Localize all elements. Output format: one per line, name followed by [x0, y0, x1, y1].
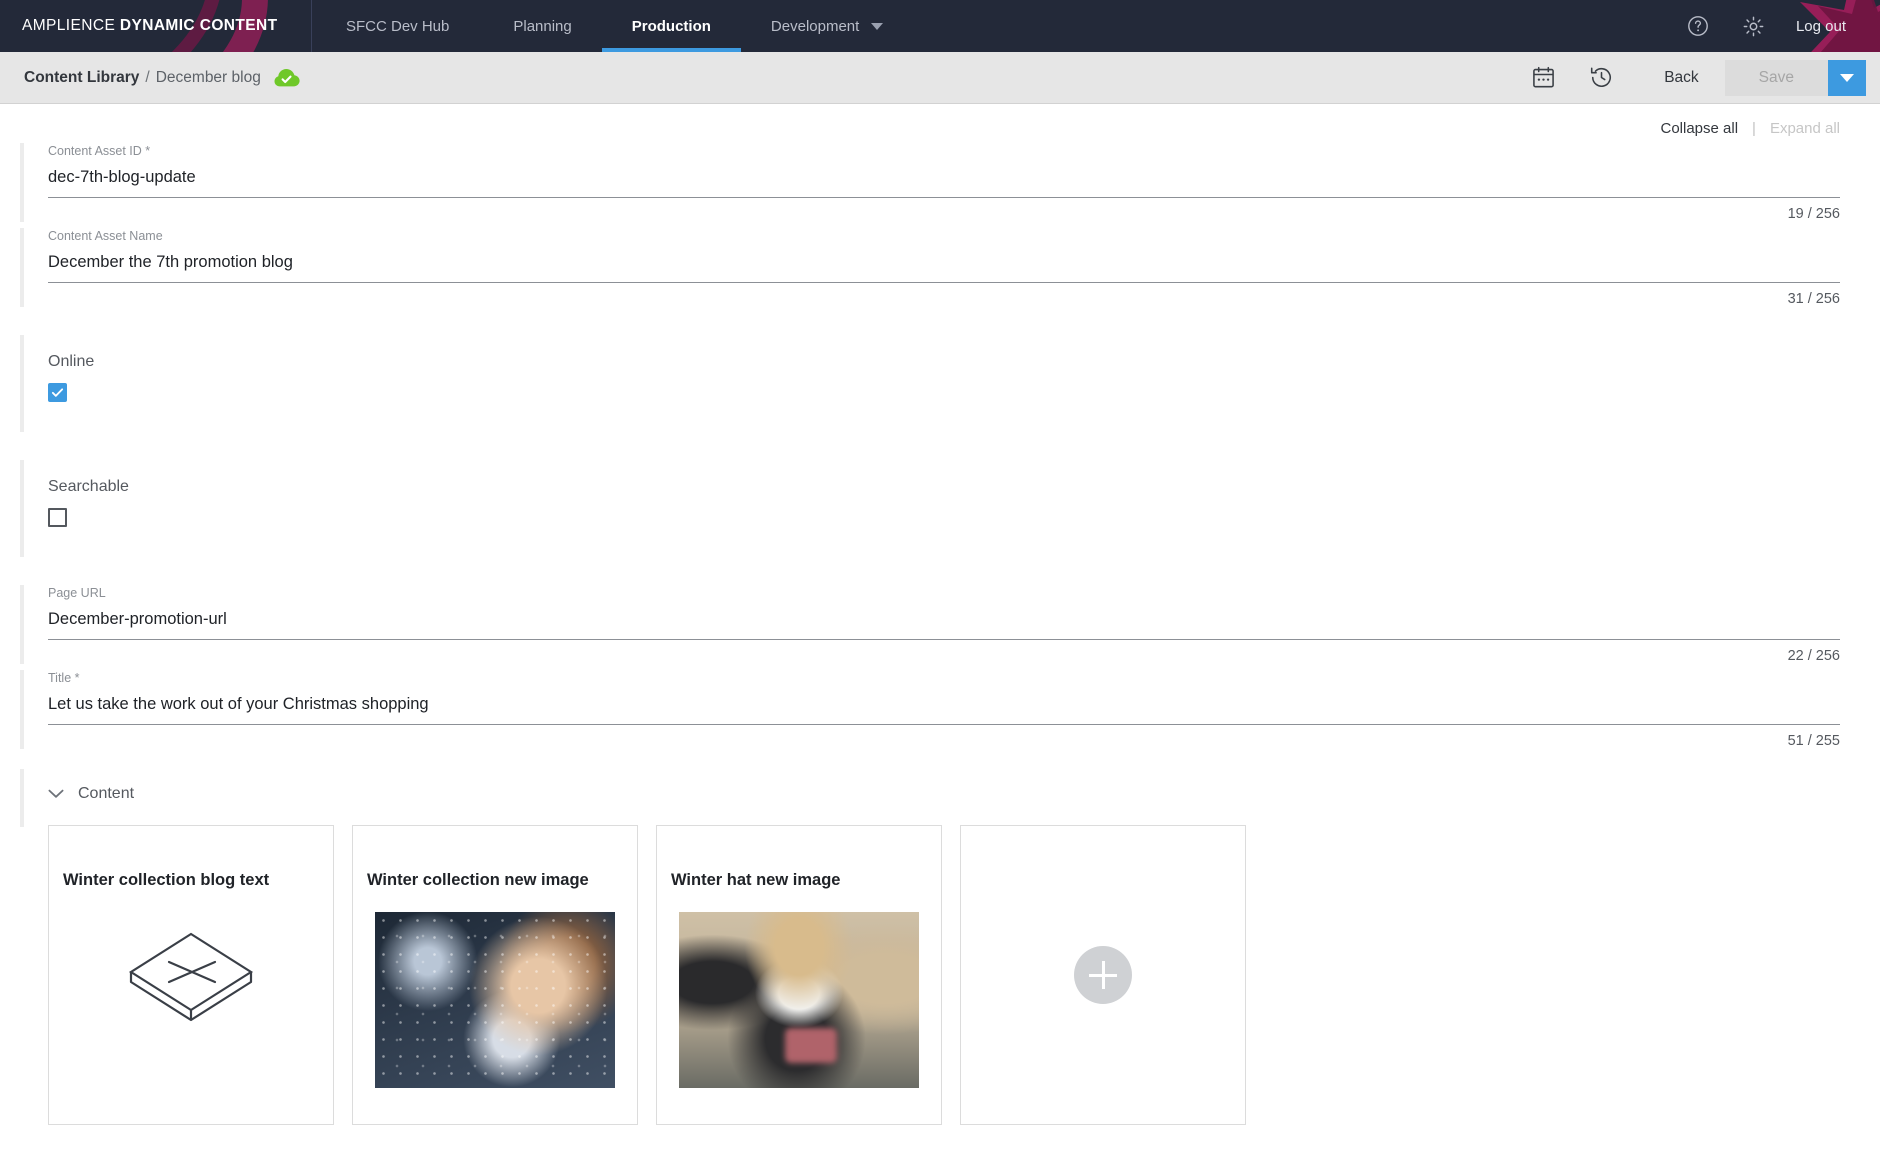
history-clock-icon[interactable] — [1578, 61, 1624, 95]
content-card-add-new[interactable] — [960, 825, 1246, 1125]
expand-all-button[interactable]: Expand all — [1770, 120, 1840, 137]
top-navigation-bar: AMPLIENCE DYNAMIC CONTENT SFCC Dev Hub P… — [0, 0, 1880, 52]
content-card-title: Winter collection new image — [367, 871, 589, 889]
back-button[interactable]: Back — [1638, 69, 1724, 87]
winter-collection-photo — [375, 912, 615, 1088]
content-cards-list: Winter collection blog text Winter colle… — [0, 803, 1880, 1125]
checkbox-searchable[interactable] — [48, 508, 67, 527]
gear-icon[interactable] — [1740, 12, 1768, 40]
input-content-asset-id[interactable]: dec-7th-blog-update — [48, 166, 1840, 198]
cloud-check-icon — [274, 68, 300, 88]
input-page-url[interactable]: December-promotion-url — [48, 608, 1840, 640]
brand-text-bold: DYNAMIC CONTENT — [119, 17, 278, 34]
save-button[interactable]: Save — [1724, 59, 1828, 96]
logout-button[interactable]: Log out — [1796, 18, 1846, 35]
chevron-down-icon — [48, 789, 64, 798]
plus-glyph — [1089, 961, 1117, 989]
checkbox-online[interactable] — [48, 383, 67, 402]
counter-page-url: 22 / 256 — [1787, 648, 1840, 664]
content-card-winter-collection-image[interactable]: Winter collection new image — [352, 825, 638, 1125]
add-content-area[interactable] — [961, 826, 1245, 1124]
chevron-down-icon — [1840, 73, 1854, 82]
field-content-asset-name: Content Asset Name December the 7th prom… — [0, 228, 1880, 307]
breadcrumb-current: December blog — [155, 68, 261, 86]
plus-vertical — [1101, 961, 1105, 989]
field-page-url: Page URL December-promotion-url 22 / 256 — [0, 585, 1880, 664]
controls-divider: | — [1752, 120, 1756, 137]
field-label-content-asset-id: Content Asset ID * — [48, 144, 151, 158]
expand-collapse-controls: Collapse all | Expand all — [0, 104, 1880, 137]
content-card-thumbnail — [375, 912, 615, 1088]
section-header-content[interactable]: Content — [0, 769, 1880, 827]
section-title-content: Content — [78, 785, 135, 802]
input-title[interactable]: Let us take the work out of your Christm… — [48, 693, 1840, 725]
nav-item-development[interactable]: Development — [741, 0, 913, 52]
nav-item-production-label: Production — [631, 17, 711, 35]
field-content-asset-id: Content Asset ID * dec-7th-blog-update 1… — [0, 143, 1880, 222]
nav-item-production[interactable]: Production — [601, 0, 742, 52]
save-dropdown-button[interactable] — [1828, 59, 1866, 96]
field-searchable: Searchable — [0, 460, 1880, 557]
plus-circle-icon[interactable] — [1074, 946, 1132, 1004]
hub-name[interactable]: SFCC Dev Hub — [312, 0, 483, 52]
content-slab-icon — [49, 924, 333, 1030]
brand-text: AMPLIENCE DYNAMIC CONTENT — [22, 17, 277, 35]
content-card-blog-text[interactable]: Winter collection blog text — [48, 825, 334, 1125]
help-circle-icon[interactable] — [1684, 12, 1712, 40]
label-online: Online — [48, 353, 95, 370]
counter-content-asset-id: 19 / 256 — [1787, 206, 1840, 222]
breadcrumb-separator: / — [145, 68, 150, 86]
top-nav-items: Planning Production Development — [483, 0, 913, 52]
top-nav-actions: Log out — [1684, 0, 1880, 52]
content-card-title: Winter hat new image — [671, 871, 841, 889]
breadcrumb-toolbar: Content Library / December blog Back Sav… — [0, 52, 1880, 104]
calendar-icon[interactable] — [1520, 61, 1566, 95]
input-content-asset-name[interactable]: December the 7th promotion blog — [48, 251, 1840, 283]
content-card-title: Winter collection blog text — [63, 871, 270, 889]
nav-item-development-label: Development — [770, 17, 860, 35]
toolbar-actions: Back Save — [1508, 59, 1866, 96]
content-form-area: Collapse all | Expand all Content Asset … — [0, 104, 1880, 1175]
collapse-all-button[interactable]: Collapse all — [1660, 120, 1738, 137]
chevron-down-icon — [871, 22, 884, 30]
breadcrumb-root[interactable]: Content Library — [24, 69, 139, 87]
content-card-thumbnail — [679, 912, 919, 1088]
field-online: Online — [0, 335, 1880, 432]
content-card-winter-hat-image[interactable]: Winter hat new image — [656, 825, 942, 1125]
nav-item-planning-label: Planning — [513, 17, 572, 35]
field-label-title: Title * — [48, 671, 80, 685]
brand-logo[interactable]: AMPLIENCE DYNAMIC CONTENT — [0, 0, 312, 52]
winter-hat-photo — [679, 912, 919, 1088]
field-label-content-asset-name: Content Asset Name — [48, 229, 163, 243]
counter-title: 51 / 255 — [1787, 733, 1840, 749]
field-label-page-url: Page URL — [48, 586, 106, 600]
brand-text-light: AMPLIENCE — [22, 17, 120, 34]
counter-content-asset-name: 31 / 256 — [1787, 291, 1840, 307]
field-title: Title * Let us take the work out of your… — [0, 670, 1880, 749]
nav-item-planning[interactable]: Planning — [483, 0, 601, 52]
label-searchable: Searchable — [48, 478, 129, 495]
